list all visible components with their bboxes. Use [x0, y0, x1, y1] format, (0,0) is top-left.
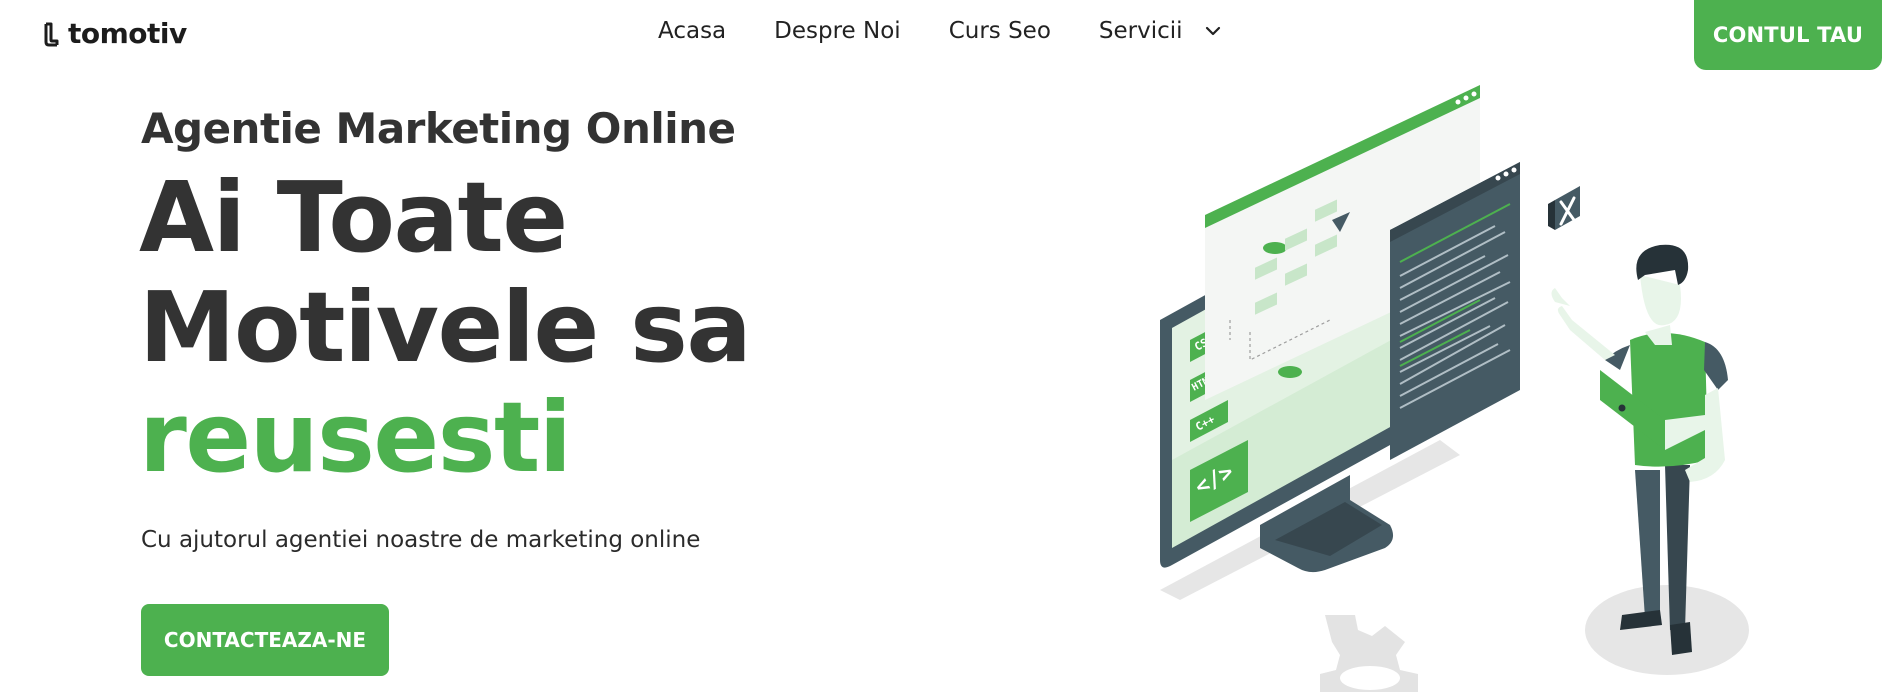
tomotiv-logo-icon — [44, 22, 59, 46]
close-icon — [1548, 186, 1580, 230]
chevron-down-icon — [1205, 26, 1220, 36]
hero-subtitle: Agentie Marketing Online — [141, 104, 736, 153]
nav-link-despre-noi[interactable]: Despre Noi — [774, 18, 901, 44]
headline-line-1: Ai Toate — [139, 161, 568, 274]
main-menu: Acasa Despre Noi Curs Seo Servicii — [658, 18, 1221, 44]
hero-illustration: CSS HTML C++ </> — [1160, 85, 1749, 692]
hero-description: Cu ajutorul agentiei noastre de marketin… — [141, 527, 701, 553]
nav-link-servicii: Servicii — [1098, 18, 1183, 44]
contact-button[interactable]: CONTACTEAZA-NE — [141, 604, 389, 676]
headline-line-3: reusesti — [139, 381, 572, 494]
brand-logo[interactable]: tomotiv — [42, 17, 187, 50]
headline-line-2: Motivele sa — [139, 271, 752, 384]
nav-dropdown-servicii[interactable]: Servicii — [1099, 18, 1221, 44]
hero-headline: Ai Toate Motivele sa reusesti — [139, 161, 752, 494]
gear-icon — [1320, 615, 1418, 692]
account-button[interactable]: CONTUL TAU — [1694, 0, 1882, 70]
top-navigation: tomotiv Acasa Despre Noi Curs Seo Servic… — [0, 0, 1893, 70]
nav-link-acasa[interactable]: Acasa — [658, 18, 726, 44]
nav-link-curs-seo[interactable]: Curs Seo — [949, 18, 1051, 44]
brand-name: tomotiv — [68, 17, 187, 50]
person-shadow — [1585, 585, 1749, 675]
